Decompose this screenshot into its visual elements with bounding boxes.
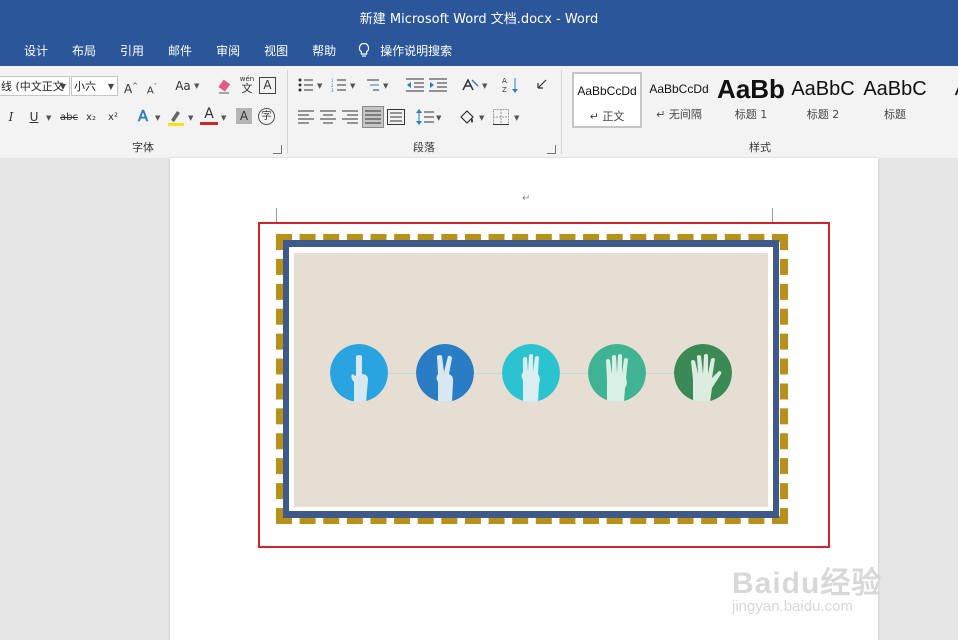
borders-icon[interactable]	[493, 109, 509, 125]
chevron-down-icon[interactable]: ▼	[194, 82, 199, 90]
chevron-down-icon[interactable]: ▼	[383, 82, 388, 90]
tell-me-search[interactable]: 操作说明搜索	[356, 42, 452, 59]
align-center-icon[interactable]	[320, 110, 336, 124]
tab-layout[interactable]: 布局	[60, 42, 108, 59]
styles-group: AaBbCcDd ↵ 正文 AaBbCcDd ↵ 无间隔 AaBb 标题 1 AaBbC 标题…	[562, 66, 958, 158]
decrease-indent-icon[interactable]	[406, 78, 424, 92]
style-sample: AaBb	[717, 74, 785, 104]
line-spacing-icon[interactable]	[416, 109, 434, 125]
chevron-down-icon[interactable]: ▼	[482, 82, 487, 90]
style-sample: AaBbCcDd	[649, 82, 709, 96]
dialog-launcher-icon[interactable]	[547, 145, 556, 154]
crop-mark	[772, 208, 787, 223]
distributed-icon[interactable]	[387, 109, 405, 125]
window-title: 新建 Microsoft Word 文档.docx - Word	[359, 12, 599, 27]
ribbon-tabs: 设计 布局 引用 邮件 审阅 视图 帮助 操作说明搜索	[12, 40, 452, 60]
styles-group-label: 样式	[749, 141, 771, 154]
svg-text:A: A	[502, 77, 507, 85]
style-name: ↵ 正文	[589, 110, 625, 123]
italic-button[interactable]: I	[2, 108, 20, 126]
clear-formatting-icon[interactable]	[216, 78, 234, 96]
bullets-icon[interactable]	[298, 78, 314, 92]
shrink-font-icon[interactable]: Aˇ	[143, 78, 161, 96]
style-item[interactable]: AaBb 标题 1	[716, 72, 786, 128]
superscript-button[interactable]: x²	[104, 109, 122, 127]
justify-icon	[365, 110, 381, 124]
style-name: 副	[932, 106, 958, 122]
selection-highlight	[258, 222, 830, 548]
chevron-down-icon: ▼	[107, 82, 114, 91]
style-name: ↵ 无间隔	[656, 108, 702, 121]
character-border-icon[interactable]: A	[259, 77, 276, 94]
tab-references[interactable]: 引用	[108, 42, 156, 59]
enclose-characters-icon[interactable]: 字	[258, 108, 275, 125]
strikethrough-button[interactable]: abc	[58, 109, 80, 127]
svg-text:3: 3	[331, 88, 334, 92]
style-sample: AaBbC	[791, 78, 855, 100]
tab-help[interactable]: 帮助	[300, 42, 348, 59]
style-name: 标题	[884, 108, 906, 121]
style-sample: AaBbCcDd	[577, 84, 637, 98]
chevron-down-icon[interactable]: ▼	[188, 114, 193, 122]
numbering-icon[interactable]: 123	[331, 78, 347, 92]
tab-mailings[interactable]: 邮件	[156, 42, 204, 59]
phonetic-guide-icon[interactable]: wén 文	[238, 75, 256, 95]
font-name-select[interactable]: 线 (中文正文 ▼	[0, 76, 70, 96]
baidu-watermark: Baidu经验 jingyan.baidu.com	[732, 558, 882, 615]
chinese-layout-icon[interactable]	[460, 77, 480, 93]
grow-font-icon[interactable]: A^	[122, 77, 140, 96]
svg-text:Z: Z	[502, 86, 507, 94]
font-group-label: 字体	[132, 141, 154, 154]
subscript-button[interactable]: x₂	[82, 109, 100, 127]
style-item[interactable]: Aa副	[932, 72, 958, 128]
style-name: 标题 2	[806, 108, 840, 121]
ribbon: 线 (中文正文 ▼ 小六 ▼ A^ Aˇ Aa ▼ wén 文 A I U ▼ ab…	[0, 66, 958, 159]
shading-icon[interactable]	[458, 108, 476, 126]
chevron-down-icon[interactable]: ▼	[514, 114, 519, 122]
align-right-icon[interactable]	[342, 110, 358, 124]
chevron-down-icon: ▼	[59, 82, 66, 91]
crop-mark	[262, 208, 277, 223]
style-item[interactable]: AaBbCcDd ↵ 正文	[572, 72, 642, 128]
style-item[interactable]: AaBbC 标题	[860, 72, 930, 128]
increase-indent-icon[interactable]	[429, 78, 447, 92]
tab-view[interactable]: 视图	[252, 42, 300, 59]
paragraph-group-label: 段落	[413, 141, 435, 154]
tab-design[interactable]: 设计	[12, 42, 60, 59]
underline-button[interactable]: U	[25, 108, 43, 126]
title-bar: 新建 Microsoft Word 文档.docx - Word 设计 布局 引…	[0, 0, 958, 66]
paragraph-group: ▼ 123 ▼ ▼ ▼ AZ ▼ ▼ ▼ 段落	[288, 66, 560, 158]
paragraph-mark: ↵	[522, 193, 531, 204]
dialog-launcher-icon[interactable]	[273, 145, 282, 154]
font-group: 线 (中文正文 ▼ 小六 ▼ A^ Aˇ Aa ▼ wén 文 A I U ▼ ab…	[0, 66, 286, 158]
style-name: 标题 1	[734, 108, 768, 121]
justify-button[interactable]	[362, 106, 384, 128]
align-left-icon[interactable]	[298, 110, 314, 124]
watermark-main: Baidu经验	[732, 567, 883, 600]
style-item[interactable]: AaBbC 标题 2	[788, 72, 858, 128]
font-size-select[interactable]: 小六 ▼	[71, 76, 118, 96]
chevron-down-icon[interactable]: ▼	[350, 82, 355, 90]
show-hide-marks-icon[interactable]	[534, 77, 548, 93]
character-shading-icon[interactable]: A	[236, 108, 252, 124]
chevron-down-icon[interactable]: ▼	[436, 114, 441, 122]
chevron-down-icon[interactable]: ▼	[317, 82, 322, 90]
style-item[interactable]: AaBbCcDd ↵ 无间隔	[644, 72, 714, 128]
sort-icon[interactable]: AZ	[502, 76, 520, 94]
chevron-down-icon[interactable]: ▼	[46, 114, 51, 122]
tab-review[interactable]: 审阅	[204, 42, 252, 59]
text-effects-icon[interactable]: A	[134, 107, 152, 126]
lightbulb-icon	[359, 42, 370, 57]
chevron-down-icon[interactable]: ▼	[155, 114, 160, 122]
style-sample: Aa	[932, 72, 958, 106]
style-sample: AaBbC	[863, 78, 927, 100]
highlight-color-icon[interactable]	[166, 107, 186, 127]
chevron-down-icon[interactable]: ▼	[221, 114, 226, 122]
font-color-icon[interactable]: A	[200, 106, 218, 125]
chevron-down-icon[interactable]: ▼	[479, 114, 484, 122]
multilevel-list-icon[interactable]	[364, 78, 380, 92]
change-case-icon[interactable]: Aa	[172, 77, 194, 95]
tell-me-label: 操作说明搜索	[380, 43, 453, 58]
